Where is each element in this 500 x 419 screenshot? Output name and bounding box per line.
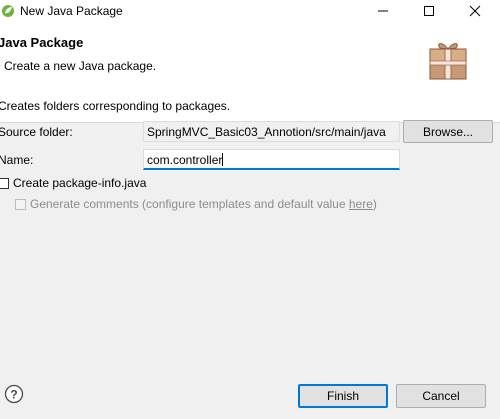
cancel-button[interactable]: Cancel [396,384,486,408]
generate-comments-text: Generate comments (configure templates a… [30,197,349,211]
minimize-icon [378,10,388,12]
banner-subtitle: Create a new Java package. [4,59,157,73]
generate-comments-checkbox [15,198,26,210]
window-title: New Java Package [20,4,123,18]
name-field-value: com.controller [147,153,223,167]
name-label: Name: [0,153,34,167]
generate-comments-suffix: ) [372,197,377,211]
wizard-description: Creates folders corresponding to package… [0,99,231,113]
source-folder-field[interactable]: SpringMVC_Basic03_Annotion/src/main/java [143,121,400,142]
close-icon [469,5,481,17]
banner-title: Java Package [0,35,84,50]
eclipse-spring-icon [2,5,14,17]
title-bar: New Java Package [0,0,500,24]
name-field[interactable]: com.controller [143,149,400,170]
source-folder-label: Source folder: [0,125,73,139]
generate-comments-row: Generate comments (configure templates a… [15,197,377,211]
close-button[interactable] [452,0,498,22]
configure-templates-link[interactable]: here [349,197,373,211]
create-package-info-label: Create package-info.java [13,176,147,190]
browse-button[interactable]: Browse... [403,120,493,143]
text-caret [222,153,224,166]
create-package-info-row[interactable]: Create package-info.java [0,176,146,190]
generate-comments-label: Generate comments (configure templates a… [30,197,377,211]
package-icon [429,43,467,80]
finish-button[interactable]: Finish [298,384,388,408]
help-icon[interactable]: ? [4,384,24,404]
maximize-button[interactable] [406,0,452,22]
svg-text:?: ? [10,388,17,402]
maximize-icon [424,6,434,16]
create-package-info-checkbox[interactable] [0,177,9,189]
minimize-button[interactable] [360,0,406,22]
